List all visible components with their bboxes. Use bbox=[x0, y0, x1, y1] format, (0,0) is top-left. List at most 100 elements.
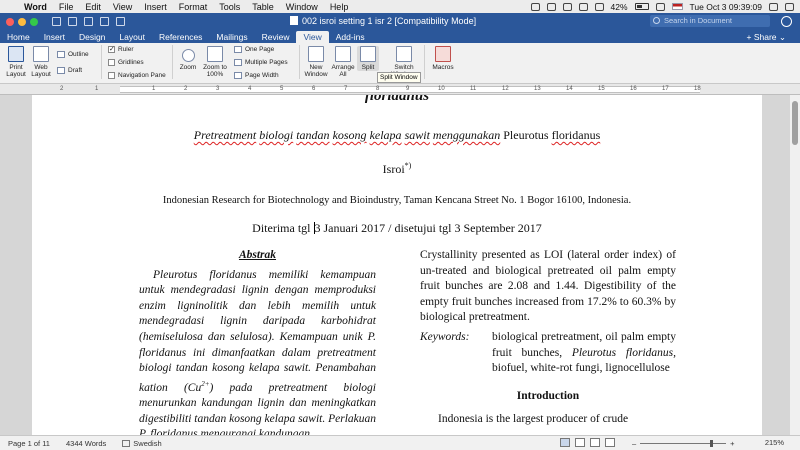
tab-references[interactable]: References bbox=[152, 31, 209, 43]
page-count[interactable]: Page 1 of 11 bbox=[0, 439, 58, 448]
abstract-english: Crystallinity presented as LOI (lateral … bbox=[420, 249, 676, 324]
abstract-paragraph: Pleurotus floridanus memiliki kemampuan … bbox=[139, 268, 376, 435]
tab-review[interactable]: Review bbox=[255, 31, 297, 43]
ruler-number: 1 bbox=[95, 86, 99, 92]
volume-icon[interactable] bbox=[594, 2, 604, 11]
bluetooth-icon[interactable] bbox=[578, 2, 588, 11]
tab-layout[interactable]: Layout bbox=[112, 31, 152, 43]
zoom-knob[interactable] bbox=[710, 440, 714, 447]
window-controls bbox=[6, 17, 38, 26]
menu-window[interactable]: Window bbox=[280, 2, 324, 12]
print-layout-button[interactable]: Print Layout bbox=[4, 46, 28, 78]
notification-icon[interactable] bbox=[785, 2, 794, 11]
split-button[interactable]: Split bbox=[357, 46, 379, 71]
multiple-pages-button[interactable]: Multiple Pages bbox=[234, 59, 288, 66]
clock[interactable]: Tue Oct 3 09:39:09 bbox=[690, 2, 762, 12]
redo-icon[interactable] bbox=[100, 17, 109, 26]
tab-add-ins[interactable]: Add-ins bbox=[329, 31, 372, 43]
page-width-button[interactable]: Page Width bbox=[234, 72, 279, 79]
input-flag-icon[interactable] bbox=[671, 3, 683, 10]
document-page[interactable]: floridanus Pretreatment biologi tandan k… bbox=[32, 95, 762, 435]
tab-home[interactable]: Home bbox=[0, 31, 37, 43]
split-icon bbox=[360, 46, 376, 62]
outline-button[interactable]: Outline bbox=[57, 51, 89, 58]
subtitle: Pretreatment biologi tandan kosong kelap… bbox=[32, 128, 762, 143]
battery-percent[interactable]: 42% bbox=[611, 2, 628, 12]
battery-icon[interactable] bbox=[634, 3, 649, 10]
menu-tools[interactable]: Tools bbox=[213, 2, 246, 12]
menu-table[interactable]: Table bbox=[246, 2, 280, 12]
outline-label: Outline bbox=[68, 51, 89, 58]
zoom-percent[interactable]: 215% bbox=[765, 438, 784, 447]
scrollbar-thumb[interactable] bbox=[792, 101, 798, 145]
quick-access-toolbar bbox=[52, 17, 125, 26]
tab-view[interactable]: View bbox=[296, 31, 329, 43]
gridlines-box bbox=[108, 59, 115, 66]
zoom-track[interactable] bbox=[640, 440, 727, 447]
arrange-all-label: Arrange All bbox=[331, 64, 355, 78]
navigation-pane-checkbox[interactable]: Navigation Pane bbox=[108, 72, 166, 79]
zoom-100-button[interactable]: Zoom to 100% bbox=[201, 46, 229, 78]
outline-view-icon[interactable] bbox=[590, 438, 600, 447]
zoom-magnifier-icon bbox=[181, 49, 195, 62]
web-layout-button[interactable]: Web Layout bbox=[29, 46, 53, 78]
menu-file[interactable]: File bbox=[53, 2, 80, 12]
spotlight-icon[interactable] bbox=[769, 2, 778, 11]
feedback-smiley-icon[interactable] bbox=[781, 16, 792, 27]
print-icon[interactable] bbox=[116, 17, 125, 26]
search-input[interactable]: Search in Document bbox=[650, 15, 770, 27]
language-indicator[interactable]: Swedish bbox=[114, 439, 169, 448]
share-button[interactable]: + Share ⌄ bbox=[747, 31, 800, 43]
save-icon[interactable] bbox=[68, 17, 77, 26]
ribbon-divider bbox=[424, 45, 425, 79]
zoom-out-icon[interactable]: – bbox=[632, 439, 636, 448]
menu-insert[interactable]: Insert bbox=[138, 2, 173, 12]
new-window-icon bbox=[308, 46, 324, 62]
focus-view-icon[interactable] bbox=[605, 438, 615, 447]
keywords-label: Keywords: bbox=[420, 330, 470, 343]
tab-insert[interactable]: Insert bbox=[37, 31, 72, 43]
dropbox-icon[interactable] bbox=[546, 2, 556, 11]
sidebar-icon[interactable] bbox=[52, 17, 61, 26]
zoom-in-icon[interactable]: + bbox=[730, 439, 734, 448]
draft-button[interactable]: Draft bbox=[57, 67, 82, 74]
menu-view[interactable]: View bbox=[107, 2, 138, 12]
document-canvas[interactable]: floridanus Pretreatment biologi tandan k… bbox=[0, 95, 800, 435]
gridlines-checkbox[interactable]: Gridlines bbox=[108, 59, 144, 66]
left-column: Abstrak Pleurotus floridanus memiliki ke… bbox=[139, 248, 376, 435]
app-menu[interactable]: Word bbox=[18, 2, 53, 12]
subtitle-word: biologi bbox=[259, 128, 294, 142]
skype-icon[interactable] bbox=[530, 2, 540, 11]
one-page-button[interactable]: One Page bbox=[234, 46, 274, 53]
ruler-number: 14 bbox=[566, 86, 573, 92]
minimize-icon[interactable] bbox=[18, 17, 26, 26]
menu-help[interactable]: Help bbox=[324, 2, 355, 12]
one-page-label: One Page bbox=[245, 46, 275, 53]
new-window-button[interactable]: New Window bbox=[303, 46, 329, 78]
zoom-button[interactable]: Zoom bbox=[177, 49, 199, 71]
vertical-scrollbar[interactable] bbox=[790, 95, 800, 435]
word-count[interactable]: 4344 Words bbox=[58, 439, 114, 448]
zoom-icon[interactable] bbox=[30, 17, 38, 26]
web-layout-view-icon[interactable] bbox=[575, 438, 585, 447]
wifi-icon[interactable] bbox=[655, 2, 665, 11]
time-machine-icon[interactable] bbox=[562, 2, 572, 11]
macros-button[interactable]: Macros bbox=[430, 46, 456, 71]
gridlines-label: Gridlines bbox=[118, 59, 144, 66]
new-window-label: New Window bbox=[304, 64, 328, 78]
zoom-slider[interactable]: – + bbox=[632, 439, 735, 448]
close-icon[interactable] bbox=[6, 17, 14, 26]
print-layout-view-icon[interactable] bbox=[560, 438, 570, 447]
affiliation: Indonesian Research for Biotechnology an… bbox=[162, 195, 632, 206]
share-label: Share bbox=[753, 32, 777, 42]
undo-icon[interactable] bbox=[84, 17, 93, 26]
ruler-number: 16 bbox=[630, 86, 637, 92]
menu-format[interactable]: Format bbox=[173, 2, 214, 12]
tab-design[interactable]: Design bbox=[72, 31, 112, 43]
subtitle-word: kosong bbox=[332, 128, 367, 142]
horizontal-ruler[interactable]: 2 1 1 2 3 4 5 6 7 8 9 10 11 12 13 14 15 … bbox=[0, 84, 800, 95]
arrange-all-button[interactable]: Arrange All bbox=[331, 46, 355, 78]
tab-mailings[interactable]: Mailings bbox=[209, 31, 254, 43]
menu-edit[interactable]: Edit bbox=[79, 2, 107, 12]
ruler-checkbox[interactable]: Ruler bbox=[108, 46, 134, 53]
